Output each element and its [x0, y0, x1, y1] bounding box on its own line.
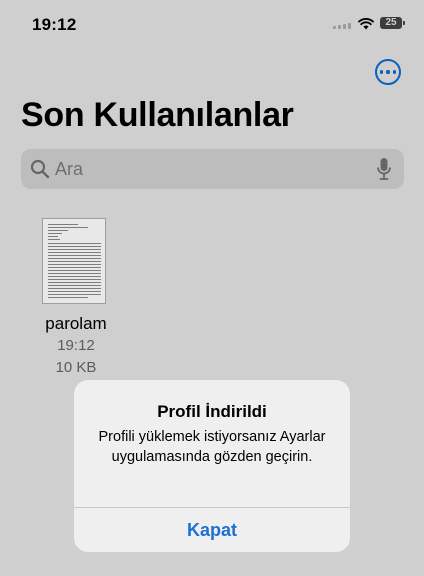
file-item-parolam[interactable]: parolam 19:12 10 KB — [38, 216, 114, 376]
microphone-icon[interactable] — [376, 157, 392, 181]
battery-icon: 25 — [380, 17, 402, 29]
battery-nub — [403, 21, 405, 25]
document-thumbnail-icon — [42, 218, 106, 304]
page-title: Son Kullanılanlar — [21, 96, 294, 134]
search-bar[interactable] — [21, 149, 404, 189]
wifi-icon — [358, 18, 374, 30]
ellipsis-circle-icon[interactable] — [375, 59, 401, 85]
file-time: 19:12 — [57, 337, 95, 354]
file-name: parolam — [45, 314, 107, 333]
alert-title: Profil İndirildi — [157, 402, 267, 421]
alert-dialog: Profil İndirildi Profili yüklemek istiyo… — [74, 380, 350, 552]
battery-level: 25 — [385, 17, 397, 28]
status-time: 19:12 — [32, 15, 77, 34]
cellular-signal-icon — [333, 23, 353, 29]
search-input[interactable] — [55, 157, 355, 181]
alert-message: Profili yüklemek istiyorsanız Ayarlar uy… — [98, 429, 326, 465]
close-button[interactable]: Kapat — [74, 508, 350, 552]
status-bar: 19:12 25 — [0, 0, 424, 48]
file-size: 10 KB — [55, 359, 97, 376]
magnifying-glass-icon — [30, 159, 50, 179]
